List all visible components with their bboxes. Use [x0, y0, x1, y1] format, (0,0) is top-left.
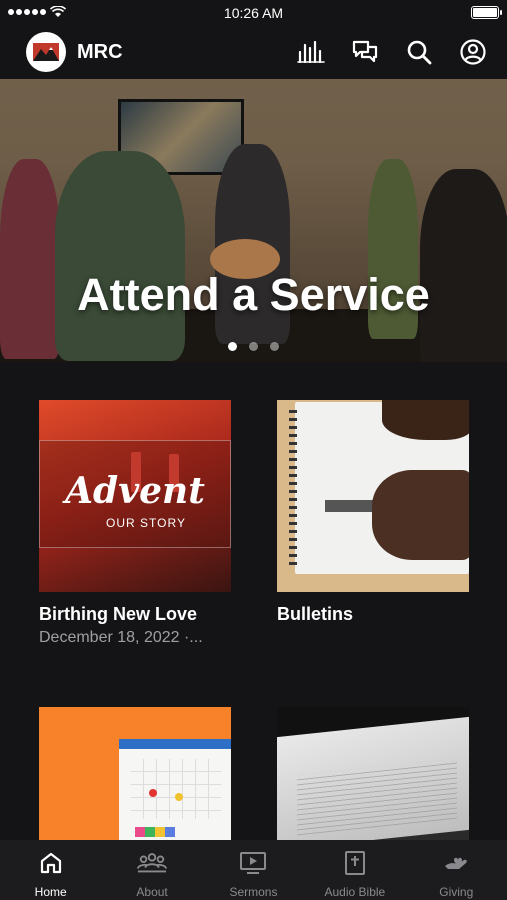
content-card-sermon[interactable]: Advent OUR STORY Birthing New Love Decem… [39, 400, 231, 647]
app-name: MRC [77, 40, 123, 63]
wifi-icon [50, 6, 66, 17]
card-title: Birthing New Love [39, 604, 198, 624]
tab-label: Sermons [229, 885, 278, 899]
live-audio-button[interactable] [295, 36, 327, 68]
bottom-tab-bar: Home About Sermons Audio Bible Giving [0, 840, 507, 900]
status-time: 10:26 AM [223, 5, 284, 21]
tab-label: Home [34, 885, 67, 899]
tab-home[interactable]: Home [1, 848, 101, 899]
battery-icon [471, 6, 502, 19]
signal-bars-icon [8, 9, 46, 15]
bible-icon [340, 848, 370, 878]
calendar-thumbnail [39, 707, 231, 840]
content-card-bible[interactable] [277, 707, 469, 840]
tab-audio-bible[interactable]: Audio Bible [305, 848, 405, 899]
home-icon [36, 848, 66, 878]
giving-icon [441, 848, 471, 878]
pager-dot[interactable] [249, 342, 258, 351]
church-logo[interactable] [26, 32, 66, 72]
profile-button[interactable] [457, 36, 489, 68]
content-card-calendar[interactable] [39, 707, 231, 840]
tab-sermons[interactable]: Sermons [203, 848, 303, 899]
bible-thumbnail [277, 707, 469, 840]
content-card-bulletins[interactable]: Bulletins [277, 400, 469, 629]
chat-icon [352, 40, 378, 63]
people-icon [137, 848, 168, 878]
tab-giving[interactable]: Giving [406, 848, 506, 899]
tab-about[interactable]: About [102, 848, 202, 899]
video-icon [238, 848, 268, 878]
advent-art-subtitle: OUR STORY [106, 516, 186, 530]
signal-indicator [8, 6, 66, 18]
search-icon [407, 40, 432, 65]
pager-dot[interactable] [228, 342, 237, 351]
mountain-logo-icon [33, 43, 59, 61]
hero-banner[interactable]: Attend a Service [0, 79, 507, 362]
card-subtitle: December 18, 2022 ·... [39, 629, 203, 646]
hero-title: Attend a Service [77, 269, 430, 320]
tab-label: About [136, 885, 168, 899]
tab-label: Audio Bible [324, 885, 386, 899]
bulletins-thumbnail [277, 400, 469, 592]
account-icon [460, 39, 486, 65]
search-button[interactable] [403, 36, 435, 68]
advent-art-title: Advent [65, 470, 205, 512]
app-bar: MRC [0, 26, 507, 78]
advent-thumbnail: Advent OUR STORY [39, 400, 231, 592]
audio-levels-icon [297, 41, 325, 63]
pager-dot[interactable] [270, 342, 279, 351]
card-title: Bulletins [277, 604, 354, 624]
status-bar: 10:26 AM [0, 0, 507, 26]
tab-label: Giving [439, 885, 474, 899]
messages-button[interactable] [349, 36, 381, 68]
hero-pager[interactable] [0, 342, 507, 351]
